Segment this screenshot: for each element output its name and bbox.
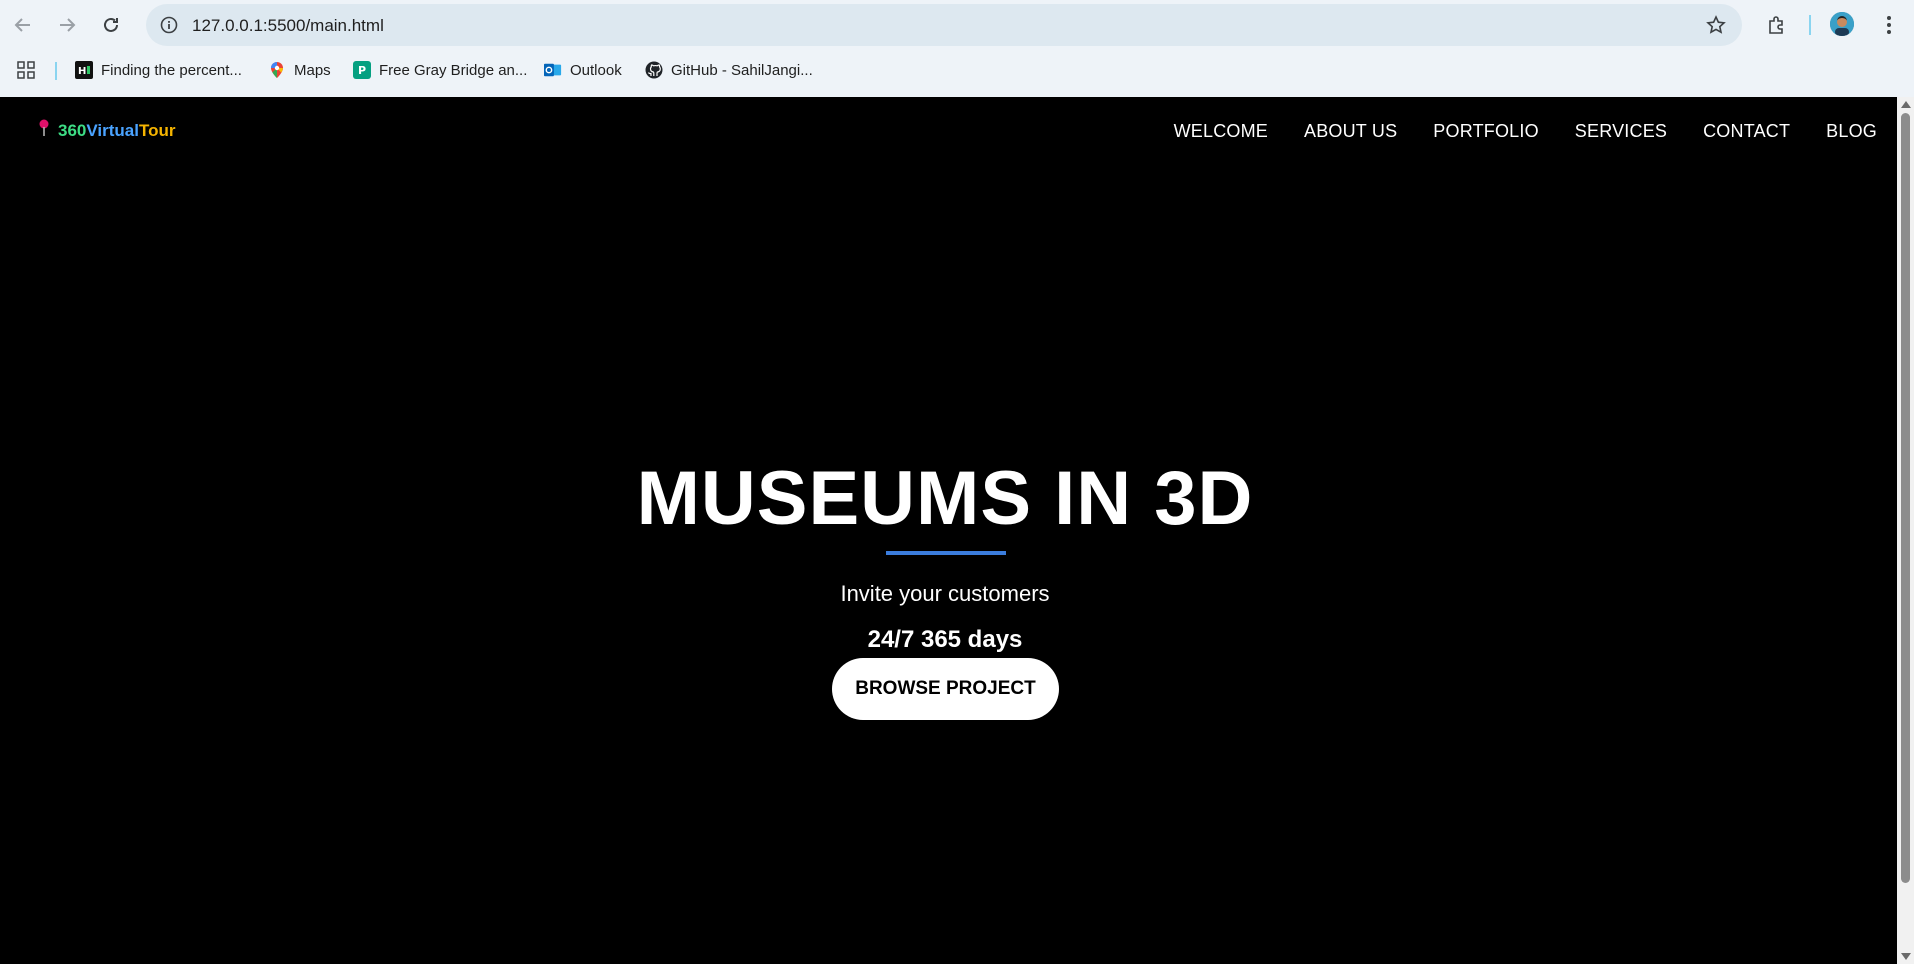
bookmark-label: Finding the percent...: [101, 61, 242, 79]
bookmarks-bar: H Finding the percent... Maps P Free Gra…: [0, 52, 1914, 88]
hero-title: MUSEUMS IN 3D: [636, 456, 1254, 541]
extensions-icon[interactable]: [1764, 12, 1790, 38]
page-scrollbar[interactable]: [1897, 97, 1914, 964]
nav-link-blog[interactable]: BLOG: [1826, 121, 1877, 142]
hero-subtitle: Invite your customers: [840, 581, 1050, 606]
nav-link-contact[interactable]: CONTACT: [1703, 121, 1790, 142]
outlook-icon: [544, 61, 562, 79]
browser-toolbar: 127.0.0.1:5500/main.html: [0, 0, 1914, 50]
maps-pin-icon: [268, 61, 286, 79]
scroll-up-icon[interactable]: [1901, 101, 1911, 108]
svg-text:P: P: [358, 64, 366, 77]
bookmark-label: Outlook: [570, 61, 622, 79]
browser-menu-icon[interactable]: [1876, 12, 1902, 38]
browser-chrome: 127.0.0.1:5500/main.html H Finding the p…: [0, 0, 1914, 97]
nav-link-about-us[interactable]: ABOUT US: [1304, 121, 1397, 142]
bookmark-label: Maps: [294, 61, 331, 79]
bookmark-item[interactable]: Outlook: [544, 58, 622, 82]
apps-grid-icon[interactable]: [16, 58, 36, 82]
bookmark-item[interactable]: Maps: [268, 58, 331, 82]
bookmarks-divider: [55, 62, 57, 80]
bookmark-item[interactable]: H Finding the percent...: [75, 58, 242, 82]
profile-avatar[interactable]: [1830, 12, 1854, 36]
hero-tagline: 24/7 365 days: [867, 626, 1023, 653]
map-pin-icon: [38, 119, 50, 142]
scroll-down-icon[interactable]: [1901, 953, 1911, 960]
bookmark-label: GitHub - SahilJangi...: [671, 61, 813, 79]
svg-text:H: H: [78, 66, 86, 77]
bookmark-item[interactable]: P Free Gray Bridge an...: [353, 58, 527, 82]
bookmark-star-icon[interactable]: [1706, 15, 1726, 35]
github-icon: [645, 61, 663, 79]
nav-link-portfolio[interactable]: PORTFOLIO: [1433, 121, 1539, 142]
site-navigation: WELCOME ABOUT US PORTFOLIO SERVICES CONT…: [1174, 121, 1877, 142]
forward-icon[interactable]: [54, 12, 80, 38]
nav-link-welcome[interactable]: WELCOME: [1174, 121, 1268, 142]
logo-text-tour: Tour: [138, 120, 176, 140]
hackerrank-icon: H: [75, 61, 93, 79]
reload-icon[interactable]: [98, 12, 124, 38]
logo-text-360: 360: [58, 120, 87, 140]
site-info-icon[interactable]: [160, 16, 178, 34]
browse-project-button[interactable]: BROWSE PROJECT: [832, 658, 1059, 720]
back-icon[interactable]: [10, 12, 36, 38]
bookmark-item[interactable]: GitHub - SahilJangi...: [645, 58, 813, 82]
scrollbar-thumb[interactable]: [1901, 113, 1910, 883]
bookmark-label: Free Gray Bridge an...: [379, 61, 528, 79]
hero-divider: [886, 551, 1006, 555]
page-viewport: 360VirtualTour WELCOME ABOUT US PORTFOLI…: [0, 97, 1897, 964]
nav-link-services[interactable]: SERVICES: [1575, 121, 1667, 142]
pexels-icon: P: [353, 61, 371, 79]
logo-text-virtual: Virtual: [86, 120, 139, 140]
toolbar-divider: [1809, 15, 1811, 35]
address-bar[interactable]: 127.0.0.1:5500/main.html: [146, 4, 1742, 46]
url-text[interactable]: 127.0.0.1:5500/main.html: [192, 16, 384, 36]
site-logo[interactable]: 360VirtualTour: [38, 119, 175, 142]
